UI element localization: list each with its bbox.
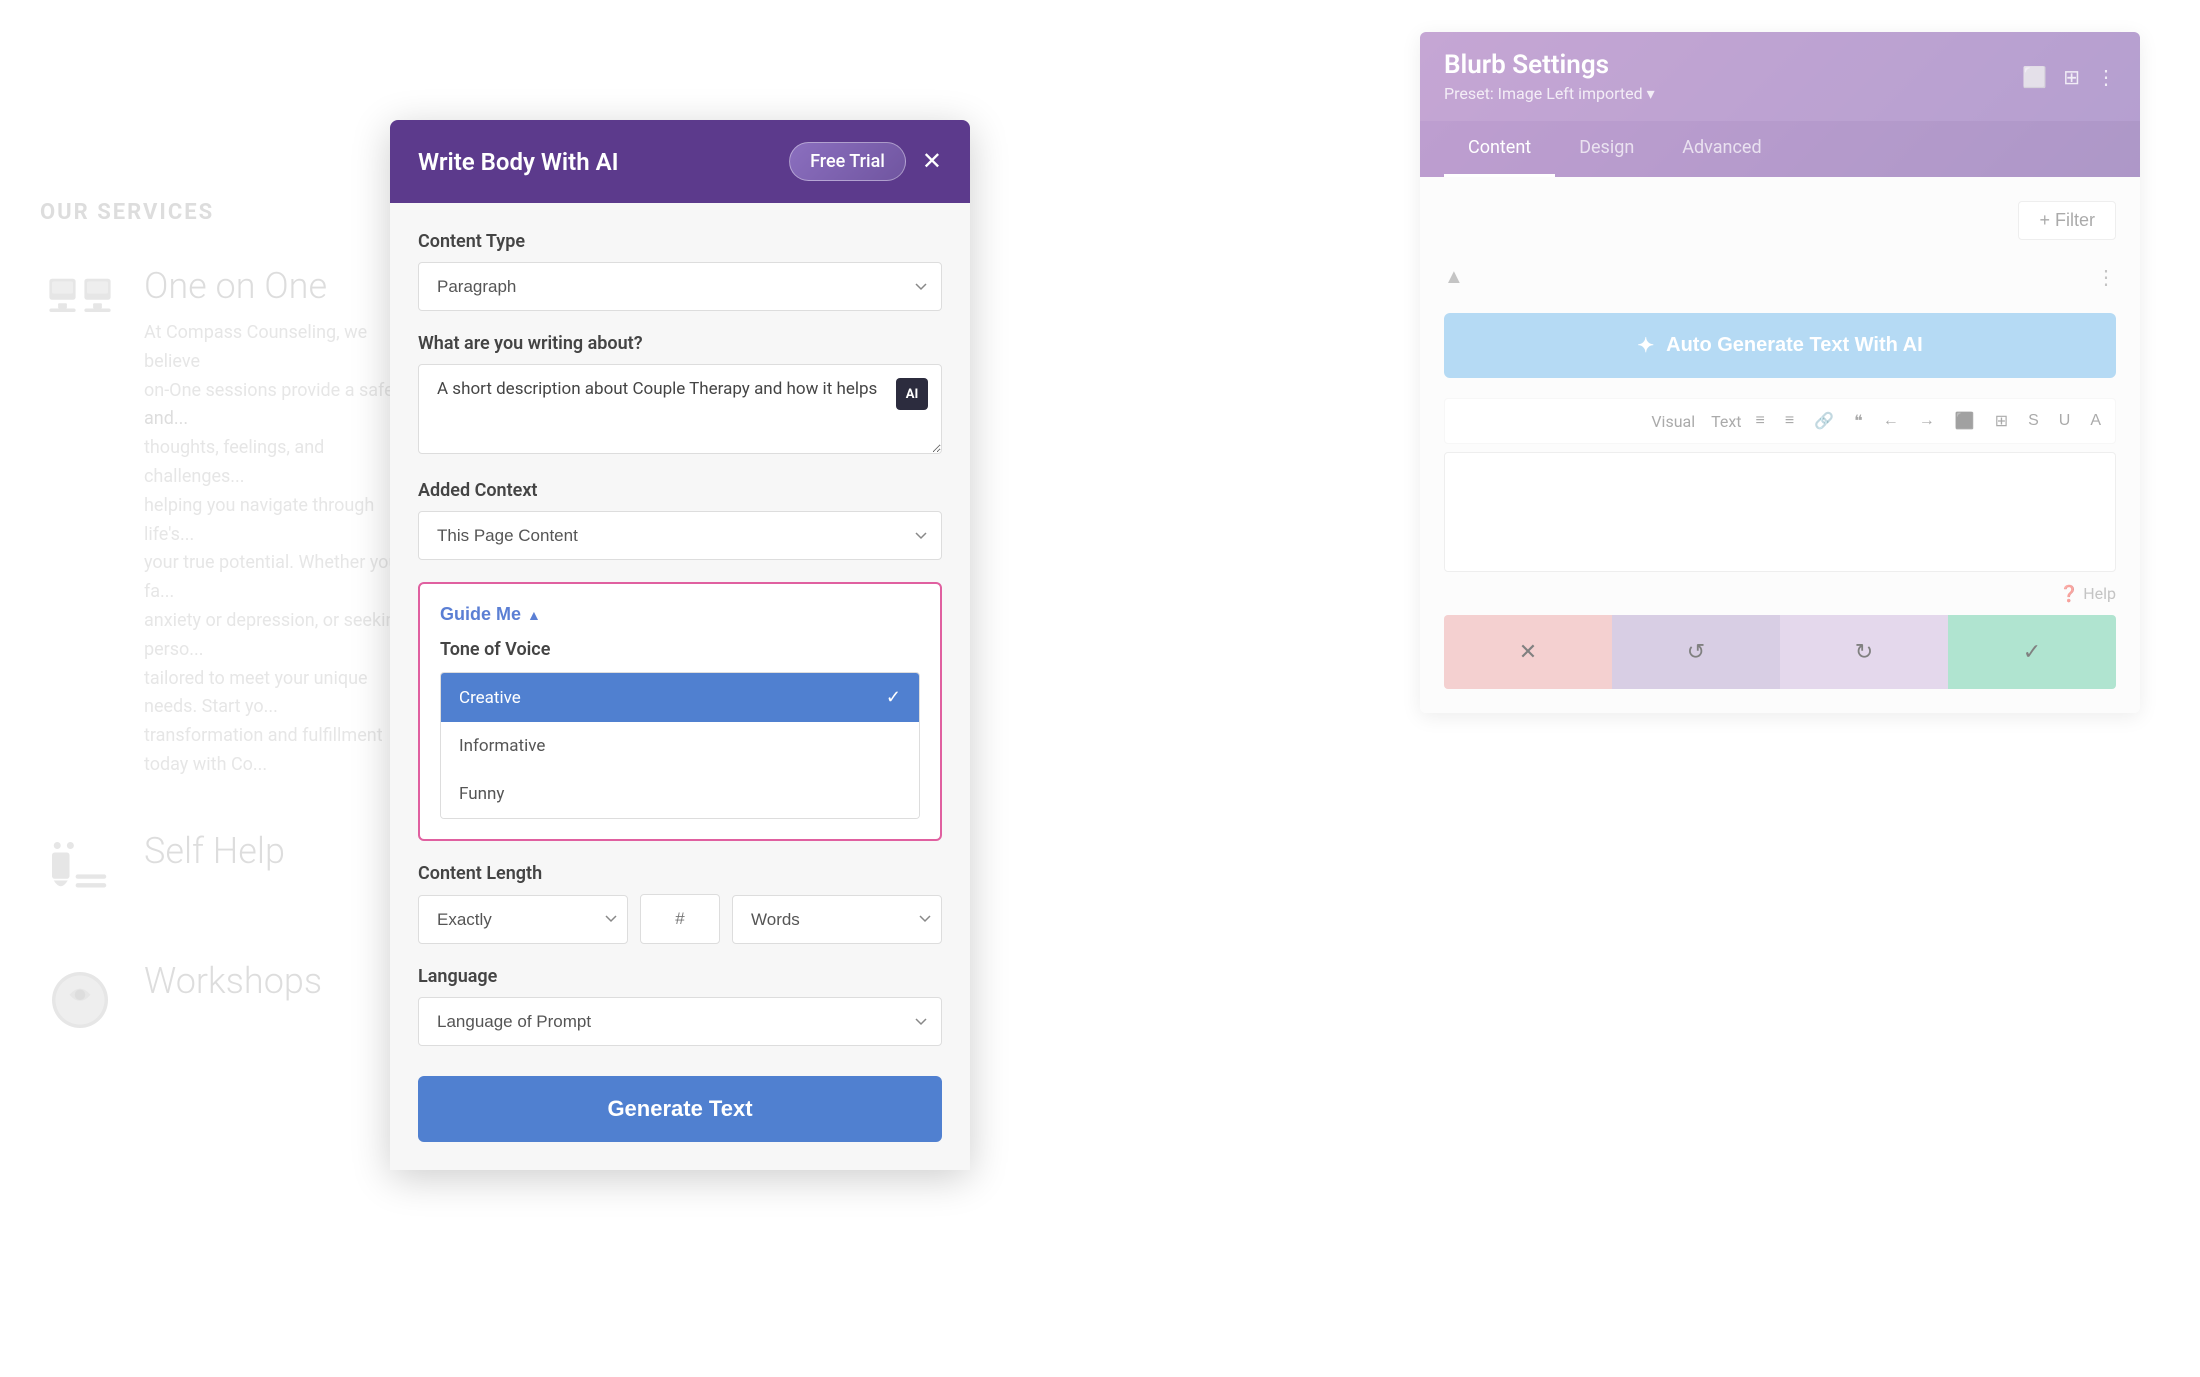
ai-dialog: Write Body With AI Free Trial ✕ Content … [390,120,970,1170]
added-context-select[interactable]: This Page Content No Context Custom [418,511,942,560]
free-trial-badge[interactable]: Free Trial [789,142,906,181]
length-unit-select[interactable]: Words Sentences Paragraphs [732,895,942,944]
ai-dialog-body: Content Type Paragraph Bullet List Numbe… [390,203,970,1170]
language-label: Language [418,966,942,987]
guide-me-button[interactable]: Guide Me ▲ [440,604,541,625]
tone-of-voice-label: Tone of Voice [440,639,920,660]
guide-me-arrow-icon: ▲ [527,607,541,623]
tone-check-icon: ✓ [886,687,901,708]
ai-dialog-header-right: Free Trial ✕ [789,142,942,181]
length-type-select[interactable]: Exactly At Least At Most Between [418,895,628,944]
guide-me-section: Guide Me ▲ Tone of Voice Creative ✓ Info… [418,582,942,841]
generate-text-button[interactable]: Generate Text [418,1076,942,1142]
ai-dialog-title: Write Body With AI [418,148,619,176]
tone-option-creative[interactable]: Creative ✓ [441,673,919,722]
writing-about-textarea[interactable]: A short description about Couple Therapy… [418,364,942,454]
writing-about-label: What are you writing about? [418,333,942,354]
guide-me-label: Guide Me [440,604,521,625]
writing-about-wrapper: A short description about Couple Therapy… [418,364,942,458]
ai-label: AI [906,387,919,402]
ai-dialog-header: Write Body With AI Free Trial ✕ [390,120,970,203]
tone-funny-label: Funny [459,784,504,804]
tone-dropdown: Creative ✓ Informative Funny [440,672,920,819]
ai-icon: AI [896,378,928,410]
length-number-input[interactable] [640,894,720,944]
tone-option-funny[interactable]: Funny [441,770,919,818]
tone-option-informative[interactable]: Informative [441,722,919,770]
tone-creative-label: Creative [459,688,521,708]
content-length-row: Exactly At Least At Most Between Words S… [418,894,942,944]
ai-dialog-close-button[interactable]: ✕ [922,147,942,176]
content-length-label: Content Length [418,863,942,884]
content-type-label: Content Type [418,231,942,252]
modal-overlay [0,0,2200,1377]
tone-informative-label: Informative [459,736,545,756]
added-context-label: Added Context [418,480,942,501]
content-type-select[interactable]: Paragraph Bullet List Numbered List [418,262,942,311]
language-select[interactable]: Language of Prompt English Spanish Frenc… [418,997,942,1046]
